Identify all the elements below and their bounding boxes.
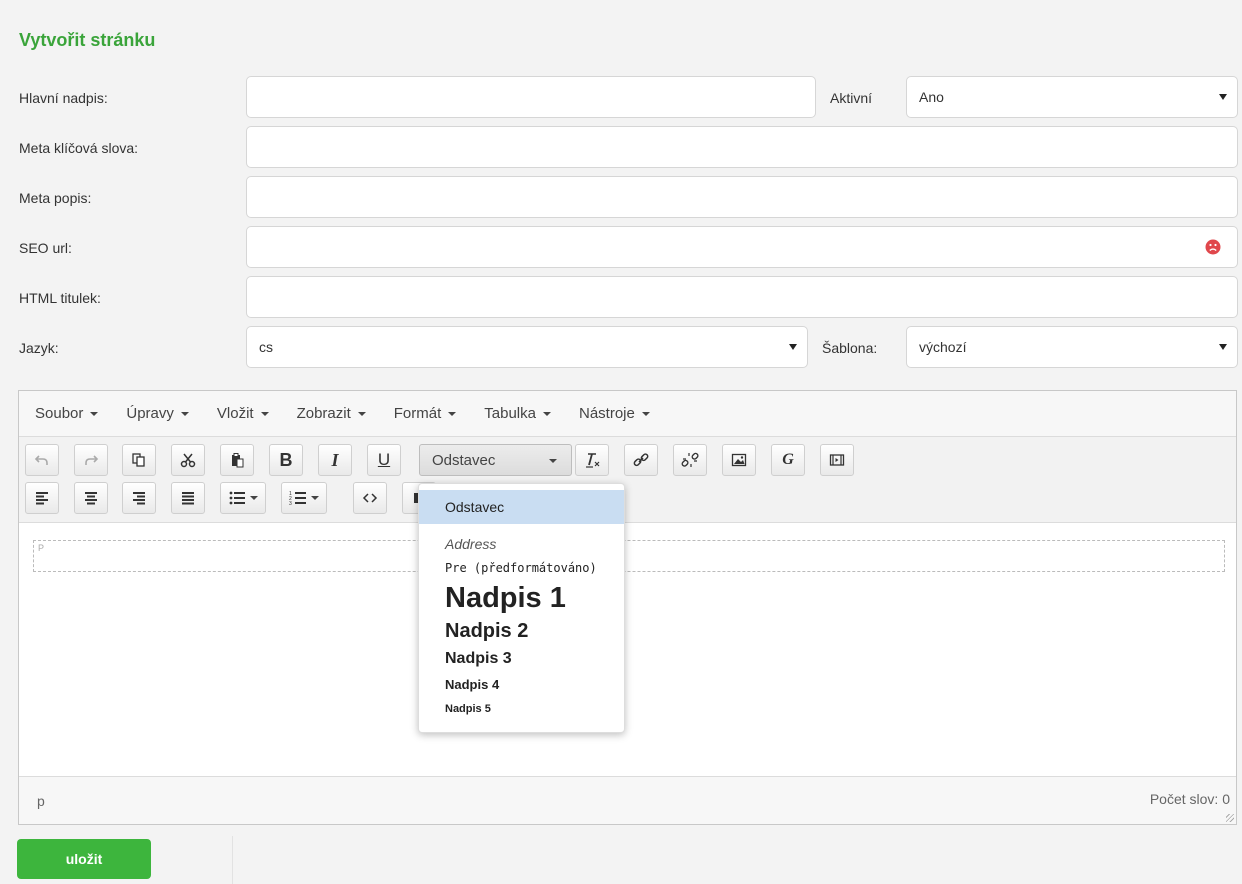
seo-url-label: SEO url: xyxy=(19,240,72,256)
align-left-button[interactable] xyxy=(25,482,59,514)
redo-button[interactable] xyxy=(74,444,108,476)
divider xyxy=(232,836,233,884)
link-icon xyxy=(633,453,649,467)
chevron-down-icon xyxy=(549,459,557,463)
copy-button[interactable] xyxy=(122,444,156,476)
menu-view[interactable]: Zobrazit xyxy=(297,405,366,422)
numbered-list-icon: 123 xyxy=(289,491,306,506)
svg-text:3: 3 xyxy=(289,501,292,506)
meta-keywords-label: Meta klíčová slova: xyxy=(19,140,139,156)
paragraph-block[interactable]: P xyxy=(33,540,1225,572)
align-right-icon xyxy=(133,492,145,505)
editor-menubar: Soubor Úpravy Vložit Zobrazit Formát Tab… xyxy=(19,391,1236,437)
code-icon xyxy=(362,493,378,503)
active-select-value: Ano xyxy=(919,89,944,105)
language-select-value: cs xyxy=(259,339,273,355)
template-select[interactable]: výchozí xyxy=(906,326,1238,368)
meta-description-input[interactable] xyxy=(246,176,1238,218)
format-option-heading-5[interactable]: Nadpis 5 xyxy=(419,703,624,715)
sad-face-error-icon xyxy=(1205,239,1221,255)
align-center-icon xyxy=(85,492,97,505)
meta-description-label: Meta popis: xyxy=(19,190,92,206)
word-count: Počet slov: 0 xyxy=(1149,791,1230,807)
main-heading-input[interactable] xyxy=(246,76,816,118)
format-dropdown-menu: Odstavec Address Pre (předformátováno) N… xyxy=(418,483,625,733)
align-center-button[interactable] xyxy=(74,482,108,514)
element-path[interactable]: p xyxy=(37,793,45,809)
remove-link-button[interactable] xyxy=(673,444,707,476)
scissors-icon xyxy=(180,453,196,468)
google-button[interactable]: G xyxy=(771,444,805,476)
menu-table[interactable]: Tabulka xyxy=(484,405,551,422)
align-justify-button[interactable] xyxy=(171,482,205,514)
editor-content-area[interactable]: P xyxy=(19,524,1236,776)
main-heading-label: Hlavní nadpis: xyxy=(19,90,108,106)
active-select[interactable]: Ano xyxy=(906,76,1238,118)
paste-button[interactable] xyxy=(220,444,254,476)
html-title-input[interactable] xyxy=(246,276,1238,318)
editor-statusbar: p Počet slov: 0 xyxy=(19,776,1236,824)
bullet-list-button[interactable] xyxy=(220,482,266,514)
format-option-paragraph[interactable]: Odstavec xyxy=(419,490,624,524)
html-title-label: HTML titulek: xyxy=(19,290,101,306)
dropdown-arrow-icon xyxy=(1219,344,1227,350)
align-justify-icon xyxy=(182,492,194,505)
redo-icon xyxy=(85,455,99,465)
align-left-icon xyxy=(36,492,48,505)
insert-media-button[interactable] xyxy=(820,444,854,476)
resize-handle-icon[interactable] xyxy=(1226,814,1234,822)
insert-image-button[interactable] xyxy=(722,444,756,476)
clear-formatting-icon xyxy=(586,453,600,468)
format-option-heading-2[interactable]: Nadpis 2 xyxy=(419,620,624,643)
format-select[interactable]: Odstavec xyxy=(419,444,572,476)
format-option-heading-3[interactable]: Nadpis 3 xyxy=(419,650,624,668)
editor-toolbar: B I U Odstavec G 1 2 3 xyxy=(19,437,1236,523)
dropdown-arrow-icon xyxy=(789,344,797,350)
menu-edit[interactable]: Úpravy xyxy=(126,405,189,422)
menu-format[interactable]: Formát xyxy=(394,405,457,422)
align-right-button[interactable] xyxy=(122,482,156,514)
paste-icon xyxy=(232,453,244,468)
chevron-down-icon xyxy=(250,496,258,500)
unlink-icon xyxy=(681,452,699,467)
format-option-address[interactable]: Address xyxy=(419,536,624,552)
clear-formatting-button[interactable] xyxy=(575,444,609,476)
chevron-down-icon xyxy=(311,496,319,500)
bullet-list-icon xyxy=(229,491,245,505)
source-code-button[interactable] xyxy=(353,482,387,514)
undo-button[interactable] xyxy=(25,444,59,476)
menu-file[interactable]: Soubor xyxy=(35,405,99,422)
page-title: Vytvořit stránku xyxy=(19,30,156,50)
numbered-list-button[interactable]: 123 xyxy=(281,482,327,514)
cut-button[interactable] xyxy=(171,444,205,476)
language-label: Jazyk: xyxy=(19,340,59,356)
italic-button[interactable]: I xyxy=(318,444,352,476)
meta-keywords-input[interactable] xyxy=(246,126,1238,168)
format-select-value: Odstavec xyxy=(432,451,496,469)
undo-icon xyxy=(34,455,48,465)
template-label: Šablona: xyxy=(822,340,878,356)
insert-link-button[interactable] xyxy=(624,444,658,476)
language-select[interactable]: cs xyxy=(246,326,808,368)
image-icon xyxy=(731,453,747,467)
save-button[interactable]: uložit xyxy=(17,839,151,879)
format-option-pre[interactable]: Pre (předformátováno) xyxy=(419,561,624,575)
bold-button[interactable]: B xyxy=(269,444,303,476)
underline-button[interactable]: U xyxy=(367,444,401,476)
dropdown-arrow-icon xyxy=(1219,94,1227,100)
media-icon xyxy=(829,454,845,466)
menu-tools[interactable]: Nástroje xyxy=(579,405,650,422)
format-option-heading-1[interactable]: Nadpis 1 xyxy=(419,582,624,615)
rich-text-editor: Soubor Úpravy Vložit Zobrazit Formát Tab… xyxy=(18,390,1237,825)
copy-icon xyxy=(132,453,145,467)
format-option-heading-4[interactable]: Nadpis 4 xyxy=(419,677,624,692)
template-select-value: výchozí xyxy=(919,339,967,355)
paragraph-marker: P xyxy=(38,543,45,553)
active-label: Aktivní xyxy=(830,90,873,106)
seo-url-input[interactable] xyxy=(246,226,1238,268)
menu-insert[interactable]: Vložit xyxy=(217,405,269,422)
